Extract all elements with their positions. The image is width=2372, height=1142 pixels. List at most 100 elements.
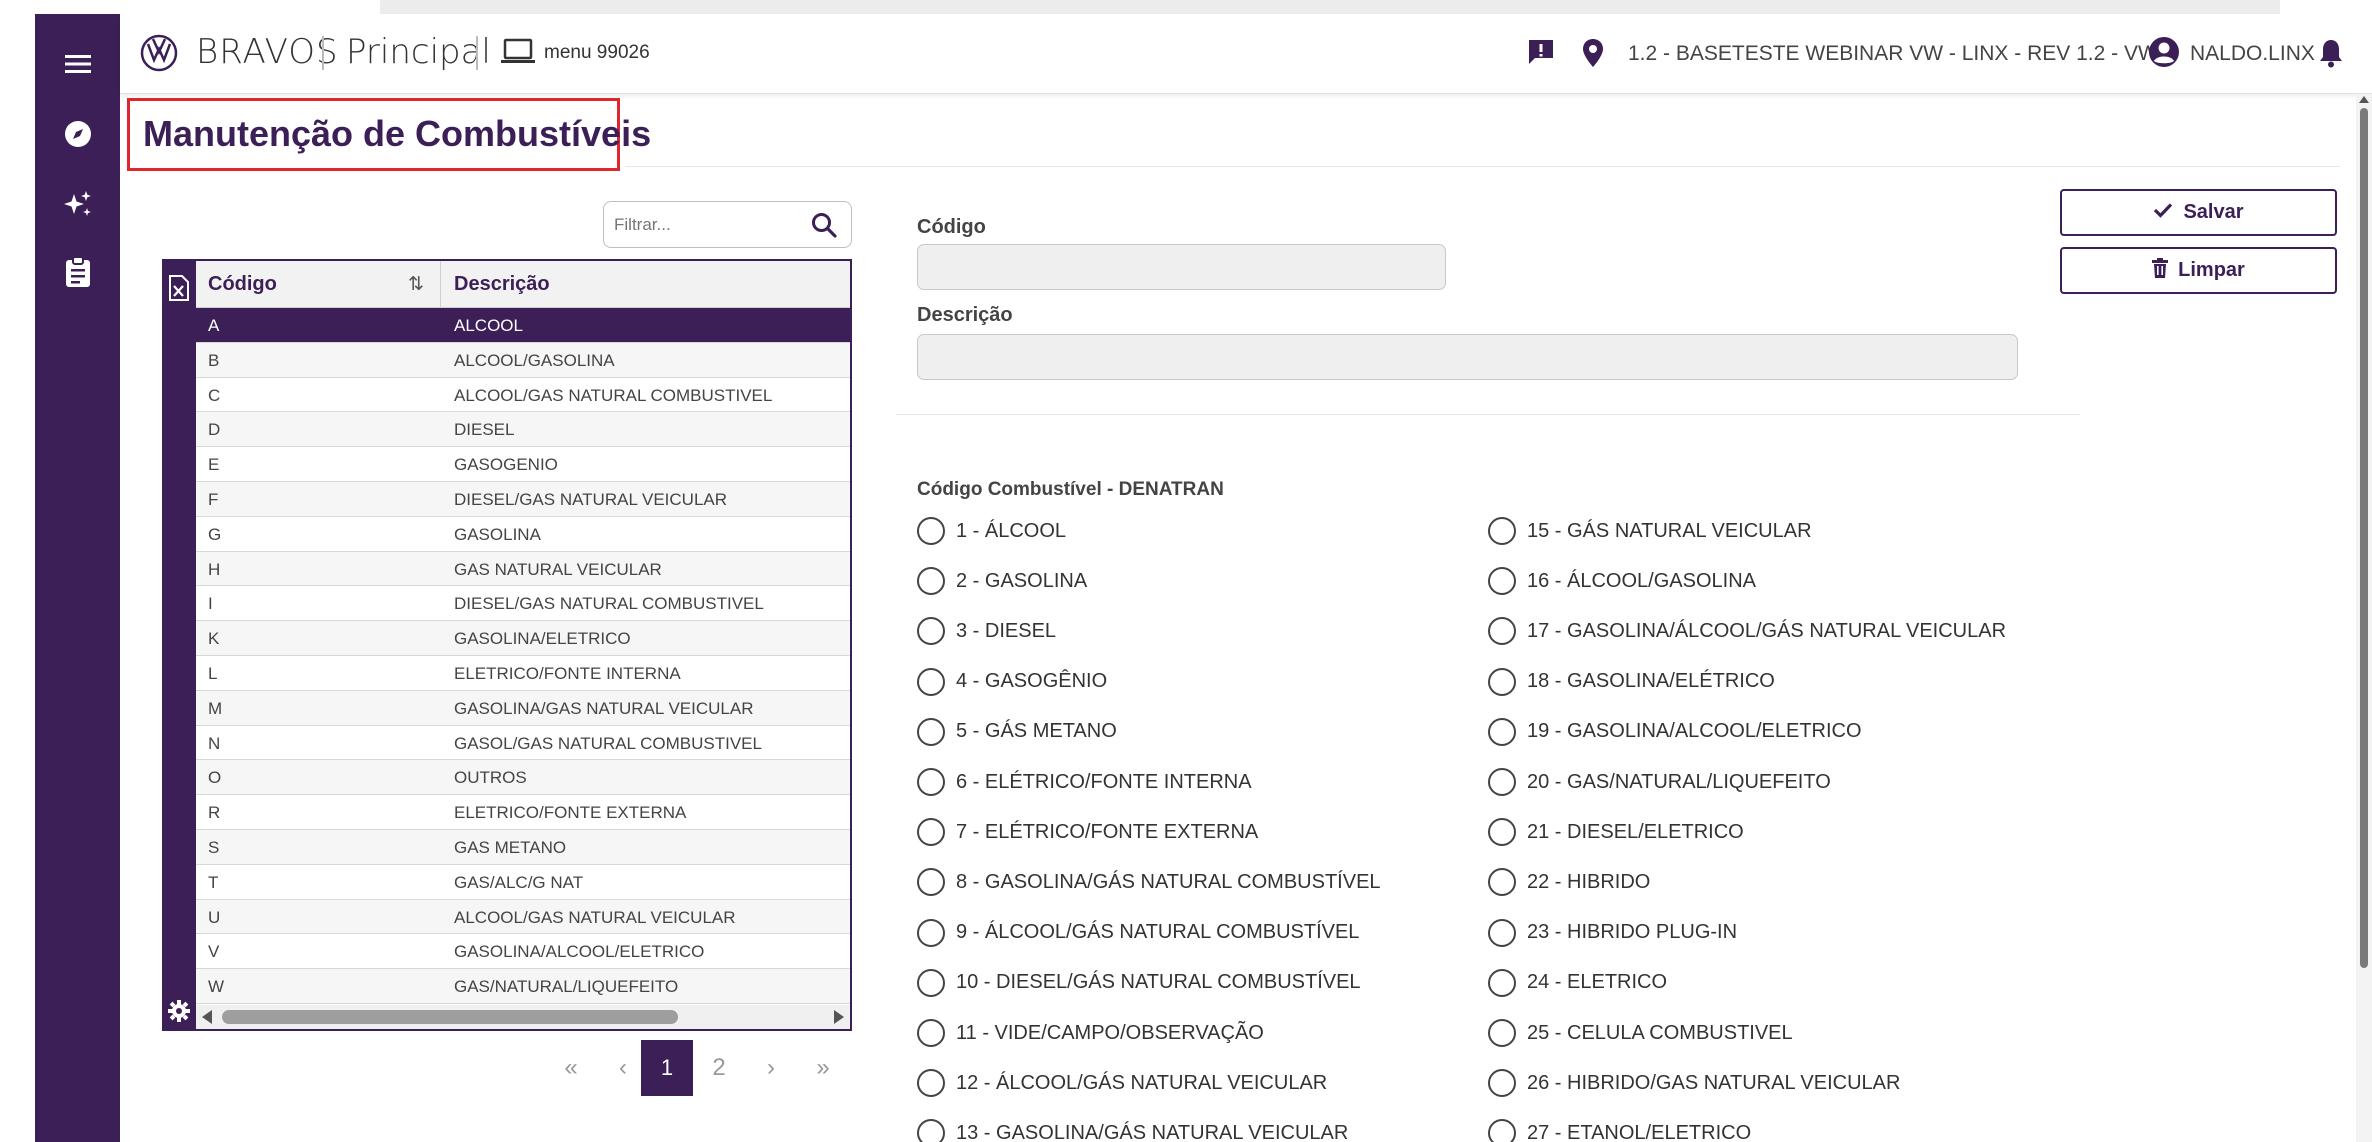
radio-circle-icon[interactable] — [917, 1069, 945, 1098]
table-row[interactable]: V GASOLINA/ALCOOL/ELETRICO — [196, 934, 850, 970]
table-row[interactable]: R ELETRICO/FONTE EXTERNA — [196, 795, 850, 830]
denatran-radio-option[interactable]: 5 - GÁS METANO — [917, 717, 1117, 746]
radio-circle-icon[interactable] — [1488, 768, 1516, 796]
denatran-radio-option[interactable]: 1 - ÁLCOOL — [917, 517, 1066, 545]
menu-icon[interactable] — [35, 44, 120, 84]
radio-circle-icon[interactable] — [1488, 1119, 1516, 1142]
radio-circle-icon[interactable] — [1488, 868, 1516, 897]
horizontal-scrollbar[interactable] — [196, 1005, 850, 1029]
table-row[interactable]: M GASOLINA/GAS NATURAL VEICULAR — [196, 690, 850, 726]
user-name[interactable]: NALDO.LINX — [2190, 42, 2315, 66]
code-input[interactable] — [917, 244, 1446, 290]
denatran-radio-option[interactable]: 13 - GASOLINA/GÁS NATURAL VEICULAR — [917, 1119, 1348, 1142]
gear-icon[interactable] — [167, 999, 191, 1028]
radio-circle-icon[interactable] — [917, 667, 945, 696]
radio-circle-icon[interactable] — [1488, 667, 1516, 696]
table-row[interactable]: O OUTROS — [196, 760, 850, 796]
table-row[interactable]: L ELETRICO/FONTE INTERNA — [196, 655, 850, 691]
page-1-button[interactable]: 1 — [641, 1040, 693, 1096]
table-row[interactable]: G GASOLINA — [196, 516, 850, 552]
table-row[interactable]: T GAS/ALC/G NAT — [196, 864, 850, 900]
save-button[interactable]: Salvar — [2060, 189, 2337, 236]
radio-circle-icon[interactable] — [1488, 717, 1516, 746]
notification-bell-icon[interactable] — [2318, 38, 2344, 73]
radio-circle-icon[interactable] — [917, 567, 945, 596]
table-row[interactable]: A ALCOOL — [196, 308, 850, 343]
denatran-radio-option[interactable]: 11 - VIDE/CAMPO/OBSERVAÇÃO — [917, 1019, 1264, 1047]
denatran-radio-option[interactable]: 22 - HIBRIDO — [1488, 868, 1650, 897]
radio-circle-icon[interactable] — [1488, 1019, 1516, 1047]
radio-circle-icon[interactable] — [1488, 968, 1516, 997]
denatran-radio-option[interactable]: 9 - ÁLCOOL/GÁS NATURAL COMBUSTÍVEL — [917, 918, 1359, 947]
radio-circle-icon[interactable] — [917, 868, 945, 897]
denatran-radio-option[interactable]: 25 - CELULA COMBUSTIVEL — [1488, 1019, 1793, 1047]
table-row[interactable]: B ALCOOL/GASOLINA — [196, 342, 850, 378]
clipboard-icon[interactable] — [35, 252, 120, 292]
table-row[interactable]: W GAS/NATURAL/LIQUEFEITO — [196, 969, 850, 1004]
radio-circle-icon[interactable] — [917, 818, 945, 847]
filter-input[interactable] — [614, 210, 794, 240]
branch-selector[interactable]: 1.2 - BASETESTE WEBINAR VW - LINX - REV … — [1628, 42, 2158, 66]
table-row[interactable]: I DIESEL/GAS NATURAL COMBUSTIVEL — [196, 586, 850, 622]
sparkles-icon[interactable] — [35, 184, 120, 224]
sort-icon[interactable]: ⇅ — [408, 273, 424, 296]
search-icon[interactable] — [811, 212, 837, 243]
first-page-button[interactable]: « — [545, 1040, 597, 1096]
radio-circle-icon[interactable] — [917, 717, 945, 746]
denatran-radio-option[interactable]: 6 - ELÉTRICO/FONTE INTERNA — [917, 768, 1252, 796]
radio-circle-icon[interactable] — [917, 617, 945, 646]
column-header-code[interactable]: Código — [208, 273, 277, 296]
clear-button[interactable]: Limpar — [2060, 247, 2337, 294]
denatran-radio-option[interactable]: 2 - GASOLINA — [917, 567, 1087, 596]
column-header-description[interactable]: Descrição — [454, 273, 550, 296]
scroll-right-icon[interactable] — [834, 1010, 844, 1024]
denatran-radio-option[interactable]: 24 - ELETRICO — [1488, 968, 1667, 997]
table-row[interactable]: K GASOLINA/ELETRICO — [196, 621, 850, 656]
radio-circle-icon[interactable] — [917, 1119, 945, 1142]
radio-circle-icon[interactable] — [917, 918, 945, 947]
radio-circle-icon[interactable] — [1488, 1069, 1516, 1098]
next-page-button[interactable]: › — [745, 1040, 797, 1096]
feedback-icon[interactable] — [1527, 38, 1555, 71]
denatran-radio-option[interactable]: 27 - ETANOL/ELETRICO — [1488, 1119, 1751, 1142]
denatran-radio-option[interactable]: 23 - HIBRIDO PLUG-IN — [1488, 918, 1737, 947]
denatran-radio-option[interactable]: 19 - GASOLINA/ALCOOL/ELETRICO — [1488, 717, 1862, 746]
scroll-up-icon[interactable] — [2359, 96, 2369, 103]
radio-circle-icon[interactable] — [917, 768, 945, 796]
user-avatar-icon[interactable] — [2148, 36, 2180, 73]
radio-circle-icon[interactable] — [917, 517, 945, 545]
denatran-radio-option[interactable]: 26 - HIBRIDO/GAS NATURAL VEICULAR — [1488, 1069, 1900, 1098]
table-row[interactable]: D DIESEL — [196, 412, 850, 448]
radio-circle-icon[interactable] — [917, 968, 945, 997]
table-row[interactable]: E GASOGENIO — [196, 447, 850, 482]
radio-circle-icon[interactable] — [917, 1019, 945, 1047]
denatran-radio-option[interactable]: 17 - GASOLINA/ÁLCOOL/GÁS NATURAL VEICULA… — [1488, 617, 2006, 646]
radio-circle-icon[interactable] — [1488, 918, 1516, 947]
table-row[interactable]: U ALCOOL/GAS NATURAL VEICULAR — [196, 899, 850, 935]
scrollbar-thumb[interactable] — [222, 1010, 678, 1024]
page-scrollbar-thumb[interactable] — [2360, 108, 2368, 968]
denatran-radio-option[interactable]: 18 - GASOLINA/ELÉTRICO — [1488, 667, 1775, 696]
table-row[interactable]: N GASOL/GAS NATURAL COMBUSTIVEL — [196, 725, 850, 761]
denatran-radio-option[interactable]: 8 - GASOLINA/GÁS NATURAL COMBUSTÍVEL — [917, 868, 1381, 897]
last-page-button[interactable]: » — [797, 1040, 849, 1096]
denatran-radio-option[interactable]: 7 - ELÉTRICO/FONTE EXTERNA — [917, 818, 1258, 847]
radio-circle-icon[interactable] — [1488, 517, 1516, 545]
description-input[interactable] — [917, 334, 2018, 380]
denatran-radio-option[interactable]: 21 - DIESEL/ELETRICO — [1488, 818, 1744, 847]
denatran-radio-option[interactable]: 15 - GÁS NATURAL VEICULAR — [1488, 517, 1812, 545]
radio-circle-icon[interactable] — [1488, 567, 1516, 596]
compass-icon[interactable] — [35, 114, 120, 154]
page-2-button[interactable]: 2 — [693, 1040, 745, 1096]
table-row[interactable]: H GAS NATURAL VEICULAR — [196, 551, 850, 587]
excel-export-icon[interactable] — [168, 275, 190, 306]
radio-circle-icon[interactable] — [1488, 818, 1516, 847]
denatran-radio-option[interactable]: 10 - DIESEL/GÁS NATURAL COMBUSTÍVEL — [917, 968, 1361, 997]
table-row[interactable]: S GAS METANO — [196, 829, 850, 865]
table-row[interactable]: F DIESEL/GAS NATURAL VEICULAR — [196, 481, 850, 517]
page-scrollbar[interactable] — [2356, 94, 2372, 1142]
denatran-radio-option[interactable]: 12 - ÁLCOOL/GÁS NATURAL VEICULAR — [917, 1069, 1327, 1098]
denatran-radio-option[interactable]: 4 - GASOGÊNIO — [917, 667, 1107, 696]
denatran-radio-option[interactable]: 16 - ÁLCOOL/GASOLINA — [1488, 567, 1756, 596]
radio-circle-icon[interactable] — [1488, 617, 1516, 646]
